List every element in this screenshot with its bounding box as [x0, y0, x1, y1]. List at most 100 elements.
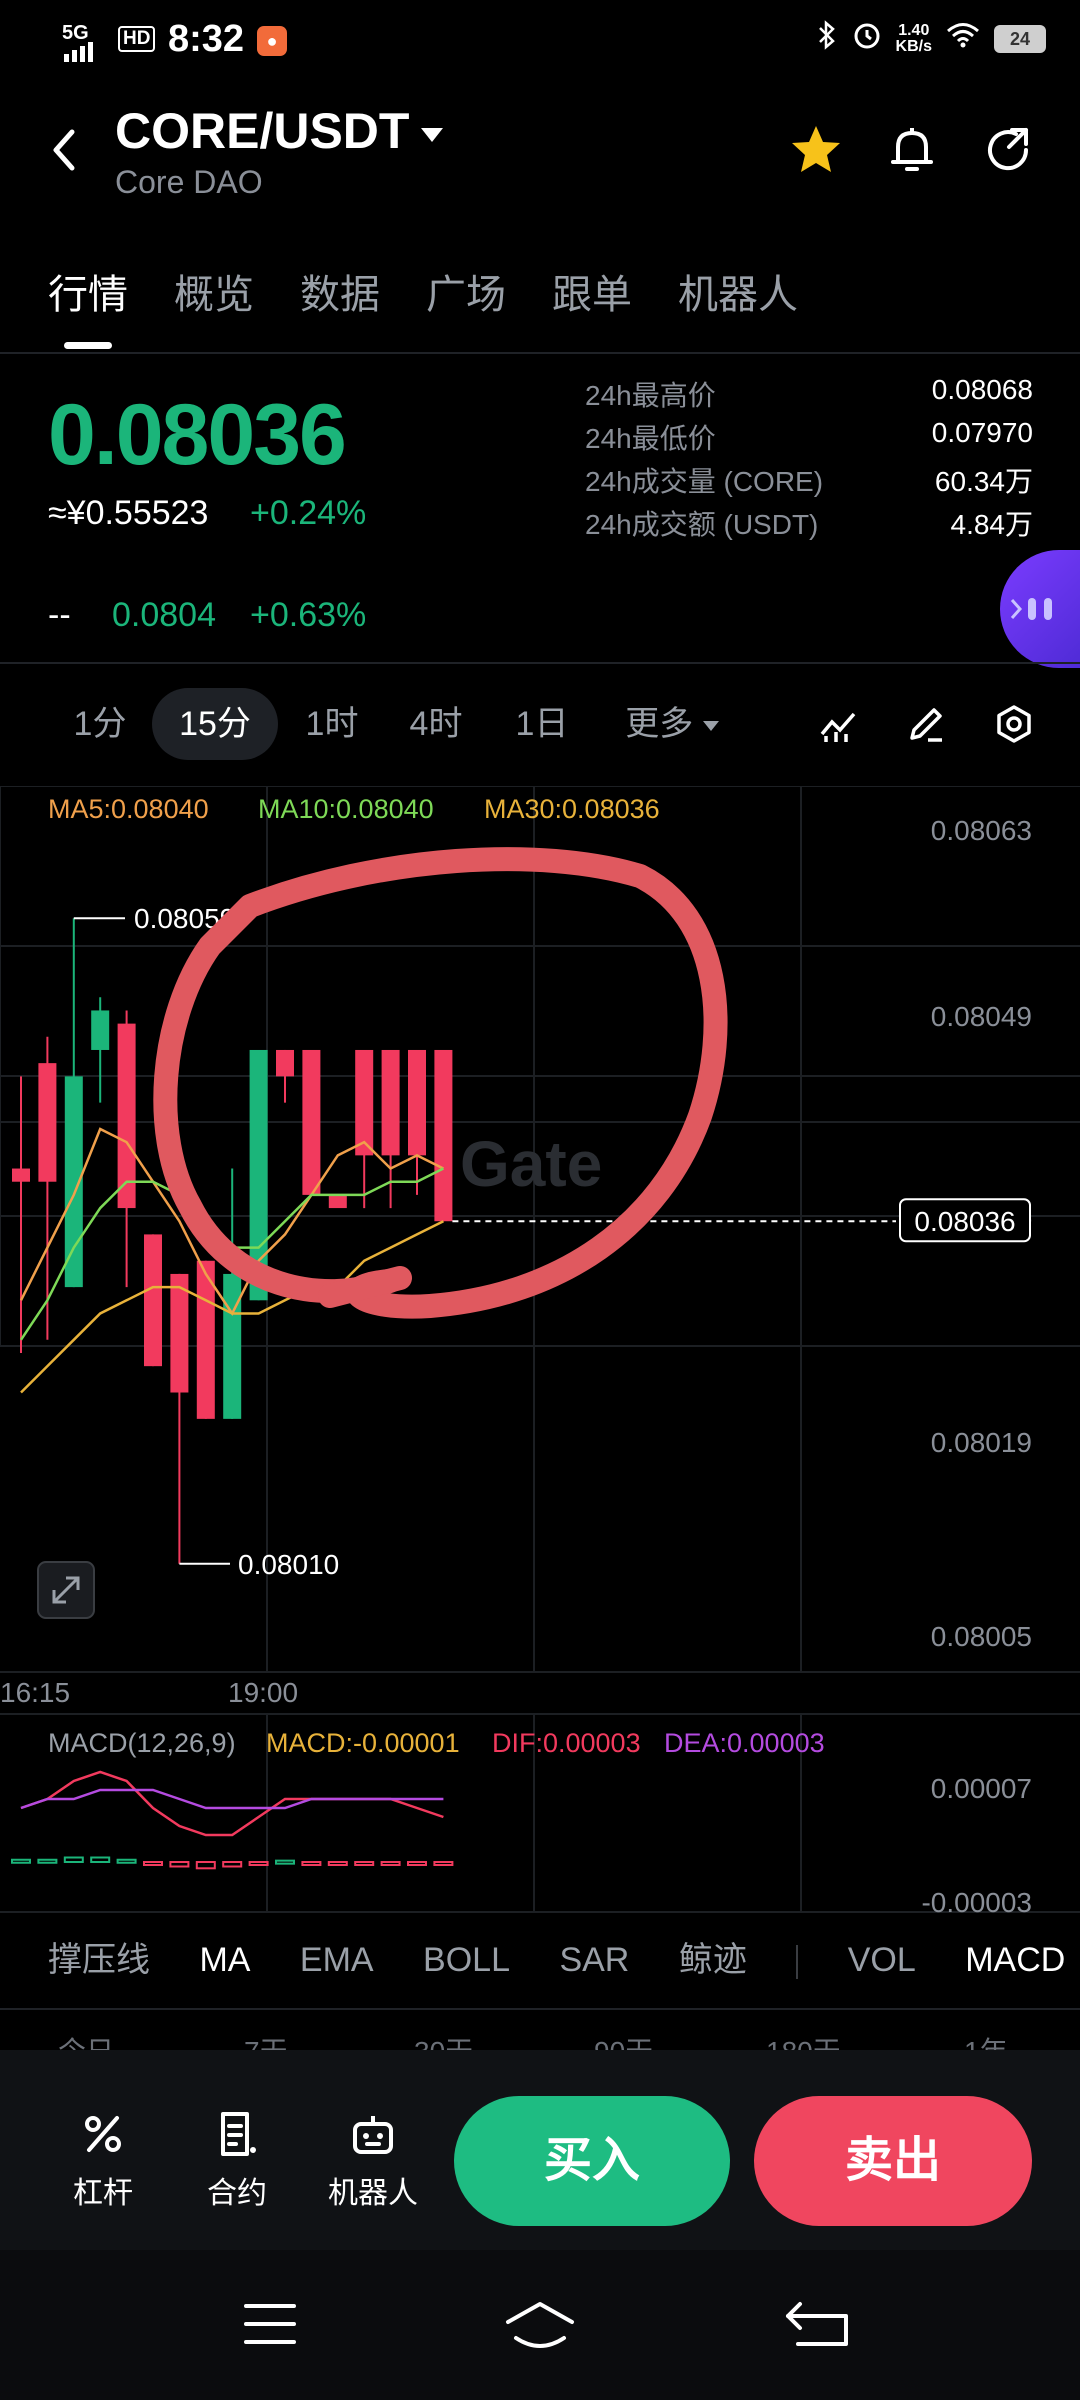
draw-pencil-icon[interactable]	[906, 704, 946, 753]
interval-1d[interactable]: 1日	[502, 688, 582, 760]
interval-15m[interactable]: 15分	[152, 688, 278, 760]
indicator-macd[interactable]: MACD	[965, 1941, 1065, 1979]
macd-hist-bar	[169, 1861, 190, 1868]
x-tick-label: 16:15	[0, 1677, 70, 1708]
status-bar: 5G HD 8:32 ● 1.40 KB/s 24	[0, 0, 1080, 80]
macd-hist-bar	[354, 1861, 375, 1866]
period-180d[interactable]: 180天	[766, 2030, 841, 2050]
price-cny: ≈¥0.55523	[48, 494, 209, 532]
signal-icon	[64, 42, 93, 62]
period-row: 今日 7天 30天 90天 180天 1年	[0, 2030, 1080, 2050]
indicator-icon[interactable]	[818, 704, 858, 753]
period-today[interactable]: 今日	[58, 2030, 114, 2050]
legend-ma10: MA10:0.08040	[258, 794, 434, 824]
tab-market[interactable]: 行情	[48, 262, 128, 349]
macd-group: MACD(12,26,9) MACD:-0.00001 DIF:0.00003 DEA…	[11, 1728, 1032, 1918]
indicator-vol[interactable]: VOL	[848, 1941, 916, 1979]
indicator-ema[interactable]: EMA	[300, 1941, 374, 1979]
legend-ma30: MA30:0.08036	[484, 794, 660, 824]
stat-high: 24h最高价 0.08068	[585, 374, 1033, 411]
macd-hist-bar	[248, 1861, 269, 1866]
macd-hist-bar	[275, 1859, 295, 1865]
robot-button[interactable]: 机器人	[318, 2110, 428, 2212]
kline-chart[interactable]: Gate MA5:0.08040 MA10:0.08040 MA30:0.08036…	[0, 785, 1080, 1926]
macd-hist-bar	[407, 1861, 427, 1866]
indicator-boll[interactable]: BOLL	[423, 1941, 510, 1979]
candle-body	[38, 1063, 57, 1182]
macd-y-tick: 0.00007	[931, 1773, 1032, 1804]
tab-data[interactable]: 数据	[300, 262, 380, 320]
macd-y-tick: -0.00003	[921, 1887, 1032, 1918]
macd-hist-bar	[195, 1861, 216, 1870]
bell-icon[interactable]	[882, 120, 942, 180]
star-icon[interactable]	[786, 120, 846, 180]
share-icon[interactable]	[978, 120, 1038, 180]
watermark: Gate	[460, 1128, 602, 1200]
macd-hist-bar	[63, 1856, 84, 1863]
interval-bar: 1分 15分 1时 4时 1日 更多	[0, 688, 1080, 778]
last-price-label: 0.08036	[914, 1206, 1015, 1237]
interval-4h[interactable]: 4时	[396, 688, 476, 760]
period-7d[interactable]: 7天	[244, 2030, 288, 2050]
macd-hist-bar	[327, 1861, 348, 1866]
pair-selector[interactable]: CORE/USDT	[115, 102, 444, 160]
candle-body	[223, 1273, 242, 1419]
secondary-price: 0.0804	[112, 596, 216, 634]
robot-label: 机器人	[328, 2177, 418, 2210]
macd-legend-params: MACD(12,26,9)	[48, 1728, 236, 1758]
candle-body	[434, 1049, 453, 1222]
macd-hist-bar	[222, 1861, 243, 1868]
candle-body	[12, 1168, 30, 1182]
tab-square[interactable]: 广场	[426, 262, 506, 320]
y-tick-label: 0.08005	[931, 1621, 1032, 1652]
indicator-whale[interactable]: 鲸迹	[679, 1941, 747, 1979]
indicator-tabs: 撑压线 MA EMA BOLL SAR 鲸迹 VOL MACD	[48, 1932, 1080, 1992]
period-30d[interactable]: 30天	[414, 2030, 473, 2050]
home-icon[interactable]	[500, 2294, 580, 2354]
system-nav-bar	[0, 2250, 1080, 2400]
contract-button[interactable]: 合约	[182, 2110, 292, 2212]
y-tick-label: 0.08063	[931, 815, 1032, 846]
tab-overview[interactable]: 概览	[174, 262, 254, 320]
back-arrow-icon[interactable]	[44, 120, 84, 180]
macd-legend-macd: MACD:-0.00001	[266, 1728, 460, 1758]
y-tick-label: 0.08049	[931, 1001, 1032, 1032]
tab-copytrade[interactable]: 跟单	[552, 262, 632, 320]
interval-1m[interactable]: 1分	[60, 688, 140, 760]
candle-body	[328, 1194, 347, 1209]
settings-icon[interactable]	[994, 704, 1034, 753]
main-tabs: 行情 概览 数据 广场 跟单 机器人	[48, 262, 798, 349]
indicator-sar[interactable]: SAR	[559, 1941, 629, 1979]
sell-button[interactable]: 卖出	[754, 2096, 1032, 2226]
buy-button[interactable]: 买入	[454, 2096, 730, 2226]
robot-icon	[353, 2116, 393, 2154]
macd-hist-bar	[90, 1856, 111, 1863]
divider	[0, 352, 1080, 354]
floating-assistant-button[interactable]	[1000, 550, 1080, 668]
candle-body	[170, 1273, 189, 1393]
tab-robot[interactable]: 机器人	[678, 262, 798, 320]
macd-hist-bar	[11, 1858, 31, 1864]
expand-icon	[37, 1561, 95, 1619]
legend-ma5: MA5:0.08040	[48, 794, 209, 824]
interval-more[interactable]: 更多	[612, 688, 732, 760]
indicator-ma[interactable]: MA	[199, 1941, 250, 1979]
contract-label: 合约	[207, 2177, 267, 2210]
bluetooth-icon	[816, 20, 838, 57]
candle-body	[117, 1023, 136, 1209]
menu-icon[interactable]	[230, 2294, 310, 2354]
leverage-button[interactable]: 杠杆	[48, 2110, 158, 2212]
divider	[0, 2008, 1080, 2010]
notification-app-icon: ●	[257, 26, 287, 56]
hd-badge: HD	[118, 26, 156, 52]
stat-turnover: 24h成交额 (USDT) 4.84万	[585, 509, 1033, 540]
period-1y[interactable]: 1年	[964, 2030, 1008, 2050]
back-icon[interactable]	[780, 2294, 860, 2354]
interval-1h[interactable]: 1时	[292, 688, 372, 760]
battery-icon: 24	[994, 24, 1046, 53]
macd-hist-bar	[433, 1861, 454, 1866]
indicator-support[interactable]: 撑压线	[48, 1941, 150, 1979]
secondary-dash: --	[48, 596, 71, 634]
leverage-icon	[85, 2116, 121, 2152]
period-90d[interactable]: 90天	[594, 2030, 653, 2050]
